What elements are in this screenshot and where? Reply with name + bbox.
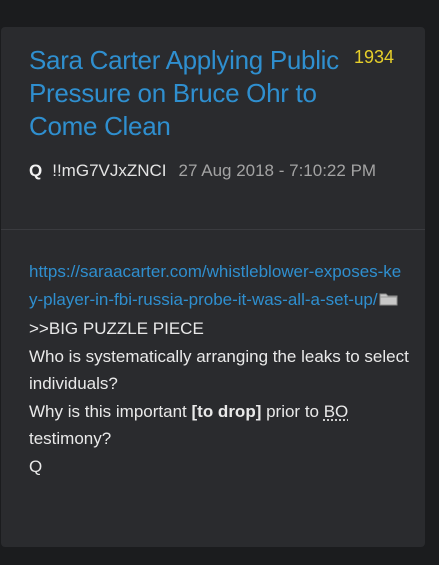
- body-line-3-mid: prior to: [261, 401, 324, 421]
- article-link[interactable]: https://saraacarter.com/whistleblower-ex…: [29, 262, 401, 309]
- body-line-1: >>BIG PUZZLE PIECE: [29, 319, 204, 338]
- post-meta: Q !!mG7VJxZNCI 27 Aug 2018 - 7:10:22 PM: [29, 157, 409, 184]
- divider: [1, 229, 425, 230]
- body-line-2: Who is systematically arranging the leak…: [29, 346, 409, 394]
- body-line-3-pre: Why is this important: [29, 401, 192, 421]
- bo-abbreviation[interactable]: BO: [324, 402, 349, 421]
- post-tripcode: !!mG7VJxZNCI: [52, 161, 167, 180]
- body-signature: Q: [29, 456, 43, 476]
- post-title[interactable]: Sara Carter Applying Public Pressure on …: [29, 44, 349, 143]
- post-timestamp: 27 Aug 2018 - 7:10:22 PM: [178, 161, 377, 180]
- post-number[interactable]: 1934: [354, 47, 394, 68]
- body-line-3: Why is this important [to drop] prior to…: [29, 398, 409, 453]
- body-line-3-post: testimony?: [29, 429, 112, 448]
- body-line-3-bold: [to drop]: [191, 401, 262, 421]
- post-author: Q: [29, 161, 43, 180]
- link-line: https://saraacarter.com/whistleblower-ex…: [29, 258, 409, 315]
- folder-icon[interactable]: [379, 288, 399, 316]
- post-body: https://saraacarter.com/whistleblower-ex…: [29, 258, 409, 480]
